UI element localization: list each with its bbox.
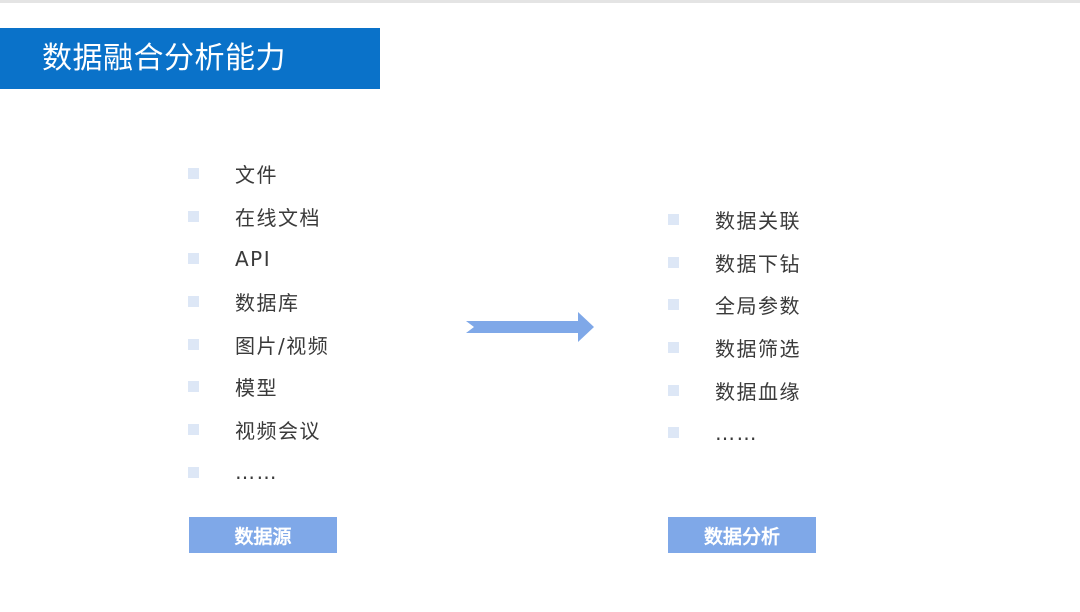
right-arrow-icon bbox=[466, 312, 594, 342]
list-item-label: 文件 bbox=[235, 162, 278, 187]
data-analysis-tag: 数据分析 bbox=[668, 517, 816, 553]
list-item: 数据下钻 bbox=[668, 241, 801, 284]
square-bullet-icon bbox=[668, 213, 679, 225]
square-bullet-icon bbox=[188, 381, 199, 393]
list-item: 数据血缘 bbox=[668, 369, 801, 412]
list-item: 模型 bbox=[188, 365, 329, 408]
list-item: API bbox=[188, 237, 329, 280]
list-item-label: API bbox=[235, 246, 272, 271]
list-item: 文件 bbox=[188, 152, 329, 195]
square-bullet-icon bbox=[188, 295, 199, 307]
list-item-label: …… bbox=[235, 460, 278, 485]
list-item: 数据关联 bbox=[668, 198, 801, 241]
square-bullet-icon bbox=[188, 338, 199, 350]
square-bullet-icon bbox=[668, 256, 679, 268]
list-item: …… bbox=[668, 411, 801, 454]
list-item: …… bbox=[188, 451, 329, 494]
list-item-label: 图片/视频 bbox=[235, 333, 330, 358]
list-item-label: 数据筛选 bbox=[715, 336, 801, 361]
title-banner: 数据融合分析能力 bbox=[0, 28, 380, 89]
list-item: 全局参数 bbox=[668, 283, 801, 326]
list-item-label: 数据下钻 bbox=[715, 251, 801, 276]
square-bullet-icon bbox=[188, 210, 199, 222]
list-item: 图片/视频 bbox=[188, 323, 329, 366]
top-divider bbox=[0, 0, 1080, 3]
list-item: 在线文档 bbox=[188, 195, 329, 238]
list-item-label: 数据血缘 bbox=[715, 379, 801, 404]
list-item-label: 数据库 bbox=[235, 290, 300, 315]
list-item: 数据库 bbox=[188, 280, 329, 323]
square-bullet-icon bbox=[188, 466, 199, 478]
square-bullet-icon bbox=[188, 167, 199, 179]
list-item-label: 在线文档 bbox=[235, 205, 321, 230]
square-bullet-icon bbox=[668, 299, 679, 311]
list-item-label: 数据关联 bbox=[715, 208, 801, 233]
list-item: 视频会议 bbox=[188, 408, 329, 451]
data-analysis-list: 数据关联 数据下钻 全局参数 数据筛选 数据血缘 …… bbox=[668, 198, 801, 454]
list-item-label: 全局参数 bbox=[715, 294, 801, 319]
square-bullet-icon bbox=[668, 427, 679, 439]
square-bullet-icon bbox=[188, 423, 199, 435]
data-source-list: 文件 在线文档 API 数据库 图片/视频 模型 视频会议 …… bbox=[188, 152, 329, 494]
list-item: 数据筛选 bbox=[668, 326, 801, 369]
list-item-label: 视频会议 bbox=[235, 418, 321, 443]
data-source-tag: 数据源 bbox=[189, 517, 337, 553]
list-item-label: 模型 bbox=[235, 376, 278, 401]
page-title: 数据融合分析能力 bbox=[42, 41, 286, 76]
square-bullet-icon bbox=[188, 253, 199, 265]
list-item-label: …… bbox=[715, 420, 758, 445]
square-bullet-icon bbox=[668, 384, 679, 396]
square-bullet-icon bbox=[668, 341, 679, 353]
